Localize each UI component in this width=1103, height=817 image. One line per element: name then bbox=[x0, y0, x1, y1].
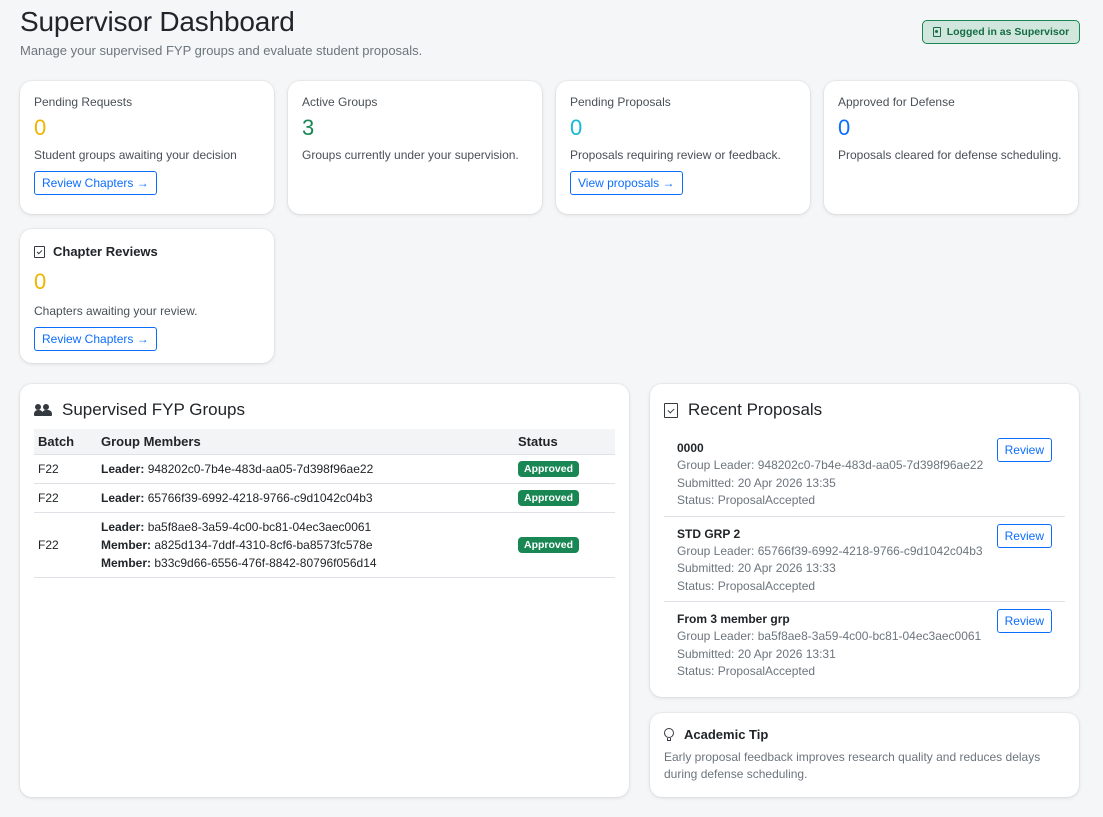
review-chapters-button[interactable]: Review Chapters → bbox=[34, 327, 157, 351]
status-badge: Approved bbox=[518, 537, 580, 553]
proposal-title: From 3 member grp bbox=[677, 612, 790, 626]
status-cell: Approved bbox=[514, 512, 615, 578]
proposal-title: STD GRP 2 bbox=[677, 526, 741, 541]
proposal-submitted: Submitted: 20 Apr 2026 13:31 bbox=[677, 646, 836, 661]
supervised-groups-panel: Supervised FYP Groups Batch Group Member… bbox=[20, 384, 629, 797]
stat-value: 0 bbox=[570, 115, 583, 140]
member-role: Leader: bbox=[101, 491, 145, 505]
table-header-row: Batch Group Members Status bbox=[34, 429, 615, 455]
proposal-title: 0000 bbox=[677, 441, 704, 455]
proposal-item: STD GRP 2 Group Leader: 65766f39-6992-42… bbox=[664, 517, 1065, 602]
table-row: F22 Leader: 65766f39-6992-4218-9766-c9d1… bbox=[34, 483, 615, 513]
checklist-icon bbox=[664, 402, 678, 418]
column-header: Group Members bbox=[97, 429, 514, 455]
member-id: ba5f8ae8-3a59-4c00-bc81-04ec3aec0061 bbox=[147, 520, 372, 534]
chapter-reviews-card: Chapter Reviews 0 Chapters awaiting your… bbox=[20, 229, 274, 363]
approved-defense-card: Approved for Defense 0 Proposals cleared… bbox=[824, 81, 1078, 214]
stat-description: Chapters awaiting your review. bbox=[34, 304, 198, 318]
status-cell: Approved bbox=[514, 454, 615, 484]
proposal-status: Status: ProposalAccepted bbox=[677, 493, 816, 507]
column-header: Batch bbox=[34, 429, 97, 455]
member-role: Leader: bbox=[101, 520, 145, 534]
supervised-groups-title: Supervised FYP Groups bbox=[62, 400, 245, 419]
column-header: Status bbox=[514, 429, 615, 455]
member-role: Leader: bbox=[101, 462, 145, 476]
proposal-leader: Group Leader: 948202c0-7b4e-483d-aa05-7d… bbox=[677, 458, 984, 472]
academic-tip-title: Academic Tip bbox=[684, 727, 769, 742]
page-subtitle: Manage your supervised FYP groups and ev… bbox=[20, 43, 423, 58]
status-badge: Approved bbox=[518, 490, 580, 506]
proposal-status: Status: ProposalAccepted bbox=[677, 664, 816, 678]
member-id: 65766f39-6992-4218-9766-c9d1042c04b3 bbox=[147, 491, 373, 505]
recent-proposals-title: Recent Proposals bbox=[688, 400, 823, 419]
id-badge-icon bbox=[932, 27, 941, 37]
view-proposals-button[interactable]: View proposals → bbox=[570, 171, 683, 195]
stat-label: Approved for Defense bbox=[838, 95, 955, 109]
stat-description: Groups currently under your supervision. bbox=[302, 148, 519, 162]
members-cell: Leader: 948202c0-7b4e-483d-aa05-7d398f96… bbox=[97, 454, 514, 484]
supervised-groups-heading: Supervised FYP Groups bbox=[34, 400, 615, 420]
member-id: a825d134-7ddf-4310-8cf6-ba8573fc578e bbox=[154, 538, 373, 552]
member-id: b33c9d66-6556-476f-8842-80796f056d14 bbox=[154, 556, 377, 570]
stat-description: Student groups awaiting your decision bbox=[34, 148, 237, 162]
proposal-submitted: Submitted: 20 Apr 2026 13:33 bbox=[677, 561, 836, 575]
chapter-reviews-label: Chapter Reviews bbox=[53, 244, 158, 259]
stat-description: Proposals cleared for defense scheduling… bbox=[838, 148, 1062, 162]
people-icon bbox=[34, 404, 52, 416]
login-status-badge: Logged in as Supervisor bbox=[922, 20, 1080, 44]
stat-description: Proposals requiring review or feedback. bbox=[570, 148, 781, 162]
status-badge: Approved bbox=[518, 461, 580, 477]
login-status-label: Logged in as Supervisor bbox=[946, 26, 1070, 38]
batch-cell: F22 bbox=[34, 512, 97, 578]
proposal-submitted: Submitted: 20 Apr 2026 13:35 bbox=[677, 475, 836, 490]
chapter-reviews-heading: Chapter Reviews bbox=[34, 244, 260, 259]
checklist-icon bbox=[34, 245, 45, 258]
proposal-item: From 3 member grp Group Leader: ba5f8ae8… bbox=[664, 602, 1065, 687]
recent-proposals-heading: Recent Proposals bbox=[650, 400, 1079, 420]
page-title: Supervisor Dashboard bbox=[20, 6, 295, 37]
active-groups-card: Active Groups 3 Groups currently under y… bbox=[288, 81, 542, 214]
review-button[interactable]: Review bbox=[996, 609, 1052, 633]
pending-proposals-card: Pending Proposals 0 Proposals requiring … bbox=[556, 81, 810, 214]
stat-label: Pending Proposals bbox=[570, 95, 671, 109]
pending-requests-card: Pending Requests 0 Student groups awaiti… bbox=[20, 81, 274, 214]
member-role: Member: bbox=[101, 538, 152, 552]
stat-label: Active Groups bbox=[302, 95, 378, 109]
proposal-leader: Group Leader: 65766f39-6992-4218-9766-c9… bbox=[677, 543, 983, 558]
academic-tip-heading: Academic Tip bbox=[664, 727, 1065, 742]
table-row: F22 Leader: ba5f8ae8-3a59-4c00-bc81-04ec… bbox=[34, 512, 615, 578]
member-id: 948202c0-7b4e-483d-aa05-7d398f96ae22 bbox=[147, 462, 374, 476]
recent-proposals-panel: Recent Proposals 0000 Group Leader: 9482… bbox=[650, 384, 1079, 697]
members-cell: Leader: 65766f39-6992-4218-9766-c9d1042c… bbox=[97, 483, 514, 513]
batch-cell: F22 bbox=[34, 454, 97, 484]
proposal-status: Status: ProposalAccepted bbox=[677, 578, 816, 593]
members-cell: Leader: ba5f8ae8-3a59-4c00-bc81-04ec3aec… bbox=[97, 512, 514, 578]
proposal-leader: Group Leader: ba5f8ae8-3a59-4c00-bc81-04… bbox=[677, 629, 982, 643]
review-button[interactable]: Review bbox=[996, 523, 1052, 548]
review-chapters-button[interactable]: Review Chapters → bbox=[34, 171, 157, 195]
stat-label: Pending Requests bbox=[34, 95, 133, 109]
status-cell: Approved bbox=[514, 483, 615, 513]
academic-tip-text: Early proposal feedback improves researc… bbox=[664, 750, 1041, 781]
proposal-list: 0000 Group Leader: 948202c0-7b4e-483d-aa… bbox=[664, 431, 1065, 687]
lightbulb-icon bbox=[664, 727, 674, 742]
member-role: Member: bbox=[101, 556, 152, 570]
stat-value: 0 bbox=[838, 115, 851, 140]
proposal-item: 0000 Group Leader: 948202c0-7b4e-483d-aa… bbox=[664, 431, 1065, 517]
stat-value: 0 bbox=[34, 115, 47, 140]
review-button[interactable]: Review bbox=[996, 438, 1052, 462]
table-row: F22 Leader: 948202c0-7b4e-483d-aa05-7d39… bbox=[34, 454, 615, 484]
stat-value: 3 bbox=[302, 115, 315, 140]
batch-cell: F22 bbox=[34, 483, 97, 513]
academic-tip-panel: Academic Tip Early proposal feedback imp… bbox=[650, 713, 1079, 797]
groups-table: Batch Group Members Status F22 Leader: 9… bbox=[34, 429, 615, 578]
stat-value: 0 bbox=[34, 269, 47, 294]
